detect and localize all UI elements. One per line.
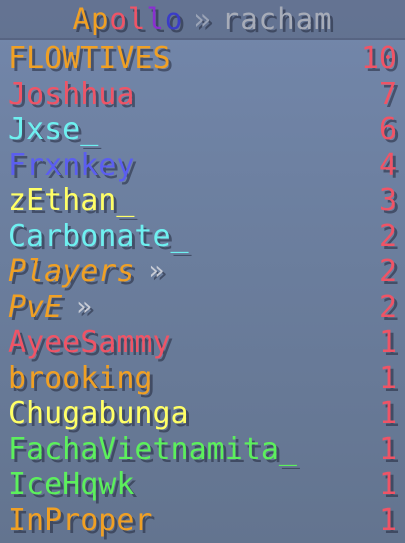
- player-name: FachaVietnamita_: [8, 431, 297, 467]
- player-score: 1: [378, 325, 397, 361]
- player-entry: Carbonate_: [8, 219, 189, 254]
- player-entry: Jxse_: [8, 112, 98, 147]
- player-entry: brooking: [8, 361, 153, 396]
- player-entry: AyeeSammy: [8, 325, 171, 360]
- player-entry: IceHqwk: [8, 467, 134, 502]
- player-score: 2: [378, 289, 397, 325]
- player-entry: FachaVietnamita_: [8, 432, 297, 467]
- scoreboard-title: Apollo: [72, 2, 183, 36]
- scoreboard-row: FachaVietnamita_ 1: [8, 432, 397, 468]
- scoreboard-row: Frxnkey 4: [8, 148, 397, 184]
- expand-arrow-icon: »: [148, 256, 165, 287]
- player-name: AyeeSammy: [8, 325, 171, 361]
- player-score: 7: [378, 76, 397, 112]
- scoreboard-row: InProper 1: [8, 503, 397, 539]
- player-entry: Joshhua: [8, 77, 134, 112]
- player-score: 1: [378, 502, 397, 538]
- player-score: 2: [378, 218, 397, 254]
- scoreboard-row: Jxse_ 6: [8, 112, 397, 148]
- title-letter: A: [72, 2, 91, 36]
- scoreboard-header: Apollo » racham: [0, 0, 405, 40]
- player-score: 6: [378, 112, 397, 148]
- player-name: Players: [8, 254, 135, 290]
- player-entry: zEthan_: [8, 183, 134, 218]
- player-name: brooking: [8, 360, 153, 396]
- player-score: 1: [378, 431, 397, 467]
- scoreboard-row: Players » 2: [8, 254, 397, 290]
- player-score: 1: [378, 360, 397, 396]
- player-name: Chugabunga: [8, 396, 189, 432]
- title-letter: l: [127, 2, 147, 36]
- scoreboard-row: PvE » 2: [8, 290, 397, 326]
- scoreboard-rows: FLOWTIVES 10 Joshhua 7 Jxse_ 6 Frxnkey 4 zEthan_…: [8, 41, 397, 538]
- title-letter: p: [90, 2, 110, 36]
- player-entry: Players »: [8, 254, 164, 289]
- player-entry: Frxnkey: [8, 148, 134, 183]
- scoreboard-row: Chugabunga 1: [8, 396, 397, 432]
- title-letter: o: [109, 2, 128, 36]
- scoreboard-row: zEthan_ 3: [8, 183, 397, 219]
- player-score: 3: [378, 183, 397, 219]
- player-name: IceHqwk: [8, 467, 135, 503]
- player-name: PvE: [8, 289, 63, 325]
- scoreboard-row: IceHqwk 1: [8, 467, 397, 503]
- player-score: 4: [378, 147, 397, 183]
- server-name: racham: [221, 2, 333, 36]
- player-entry: PvE »: [8, 290, 92, 325]
- player-name: Jxse_: [8, 112, 99, 148]
- scoreboard: Apollo » racham FLOWTIVES 10 Joshhua 7 Jxse_…: [0, 0, 405, 543]
- scoreboard-row: AyeeSammy 1: [8, 325, 397, 361]
- player-entry: Chugabunga: [8, 396, 189, 431]
- player-entry: InProper: [8, 503, 153, 538]
- player-entry: FLOWTIVES: [8, 41, 171, 76]
- player-score: 1: [378, 467, 397, 503]
- title-letter: l: [146, 2, 165, 36]
- player-score: 2: [378, 254, 397, 290]
- player-name: Carbonate_: [8, 218, 189, 254]
- player-name: Frxnkey: [8, 147, 135, 183]
- player-name: InProper: [8, 502, 153, 538]
- player-name: Joshhua: [8, 76, 135, 112]
- player-name: zEthan_: [8, 183, 135, 219]
- player-score: 1: [378, 396, 397, 432]
- separator-arrow-icon: »: [193, 2, 212, 36]
- expand-arrow-icon: »: [76, 291, 92, 322]
- title-letter: o: [164, 2, 184, 36]
- player-score: 10: [360, 41, 397, 77]
- player-name: FLOWTIVES: [8, 41, 171, 77]
- scoreboard-row: Joshhua 7: [8, 77, 397, 113]
- scoreboard-row: FLOWTIVES 10: [8, 41, 397, 77]
- scoreboard-row: Carbonate_ 2: [8, 219, 397, 255]
- scoreboard-row: brooking 1: [8, 361, 397, 397]
